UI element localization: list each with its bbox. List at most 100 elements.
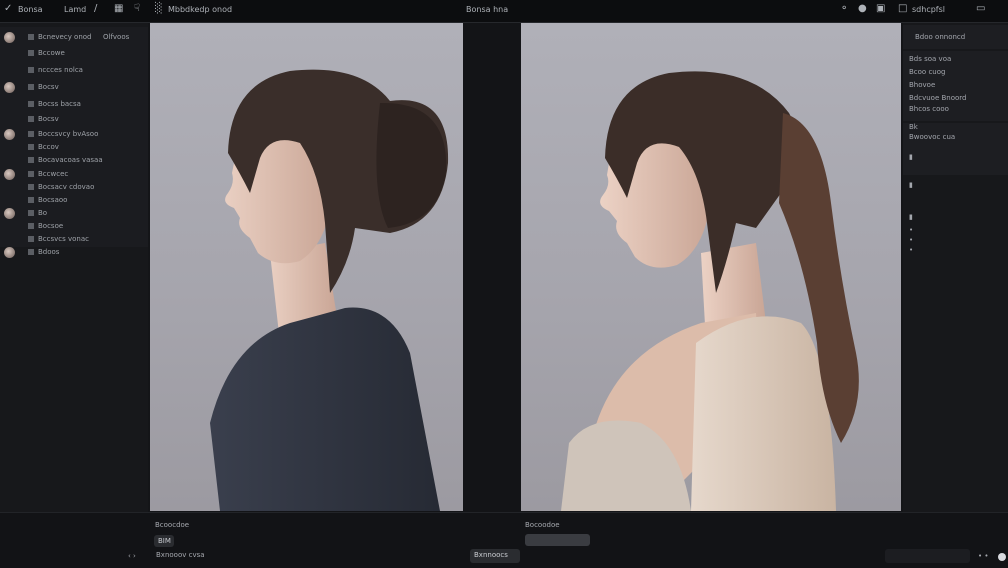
grid-icon[interactable]: ▦ — [114, 3, 123, 14]
layer-row[interactable]: Bccsvcs vonac — [0, 233, 148, 247]
left-sub-label: Bxnooov cvsa — [156, 551, 205, 559]
layer-label: Bccwcec — [38, 170, 69, 178]
layer-row[interactable]: nccces nolca — [0, 64, 148, 78]
layer-visibility-icon[interactable] — [28, 223, 34, 229]
layer-row[interactable]: Bocsacv cdovao — [0, 181, 148, 195]
layer-visibility-icon[interactable] — [28, 184, 34, 190]
left-value-field[interactable]: BIM — [154, 535, 174, 547]
layer-label: Bccowe — [38, 49, 65, 57]
adjustment-item[interactable]: Bwoovoc cua — [909, 133, 955, 141]
layer-visibility-icon[interactable] — [28, 197, 34, 203]
layer-visibility-icon[interactable] — [28, 236, 34, 242]
portrait-ponytail-image — [561, 71, 859, 511]
zoom-field[interactable] — [885, 549, 970, 563]
bullet-icon: • — [909, 226, 914, 234]
window-icon[interactable]: □ — [898, 3, 907, 14]
right-input-field[interactable] — [525, 534, 590, 546]
bullet-icon: ▮ — [909, 153, 913, 161]
property-item[interactable]: Bds soa voa — [909, 55, 951, 63]
layer-label: Boccsvcy bvAsoo — [38, 130, 99, 138]
property-item[interactable]: Bhovoe — [909, 81, 935, 89]
layer-extra-label: Olfvoos — [103, 33, 130, 41]
pager-right[interactable]: • • — [978, 552, 988, 560]
layer-thumbnail-icon — [4, 247, 15, 258]
bottom-panel: Bcoocdoe BIM Bxnooov cvsa ‹ › Bxnnoocs B… — [0, 512, 1008, 568]
layer-row[interactable]: Bocsoe — [0, 220, 148, 234]
layer-list: Bcnevecy onod Olfvoos Bccowe nccces nolca Bo… — [0, 27, 148, 258]
layer-thumbnail-icon — [4, 32, 15, 43]
properties-sidebar: Bdoo onnoncd Bds soa voa Bcoo cuog Bhovo… — [903, 23, 1008, 567]
layer-label: Bdoos — [38, 248, 60, 256]
layer-row[interactable]: Boccsvcy bvAsoo — [0, 128, 148, 142]
bullet-icon: ▮ — [909, 181, 913, 189]
toggle-dot-icon[interactable] — [998, 553, 1006, 561]
layer-visibility-icon[interactable] — [28, 67, 34, 73]
property-item[interactable]: Bhcos cooo — [909, 105, 949, 113]
layer-visibility-icon[interactable] — [28, 249, 34, 255]
layer-row[interactable]: Bo — [0, 207, 148, 221]
layer-row[interactable]: Bocss bacsa — [0, 98, 148, 112]
property-item[interactable]: Bdcvuoe Bnoord — [909, 94, 967, 102]
layer-visibility-icon[interactable] — [28, 157, 34, 163]
layer-label: Bocsaoo — [38, 196, 68, 204]
layer-visibility-icon[interactable] — [28, 210, 34, 216]
layer-label: Bocsv — [38, 115, 59, 123]
layer-row[interactable]: Bdoos — [0, 246, 148, 260]
menu-item-workspace[interactable]: Mbbdkedp onod — [168, 5, 232, 14]
logo-icon[interactable]: ✓ — [4, 3, 12, 14]
menu-item-file[interactable]: Bonsa — [18, 5, 43, 14]
layer-label: Bocsoe — [38, 222, 64, 230]
left-image-label: Bcoocdoe — [155, 521, 190, 529]
account-label[interactable]: sdhcpfsl — [912, 5, 945, 14]
window-title: Bonsa hna — [466, 5, 509, 14]
right-image-label: Bocoodoe — [525, 521, 560, 529]
layer-visibility-icon[interactable] — [28, 171, 34, 177]
tag-icon[interactable]: ⚬ — [840, 3, 848, 14]
layer-label: Bcnevecy onod — [38, 33, 92, 41]
layer-label: Bccov — [38, 143, 59, 151]
layer-label: Bocavacoas vasaa — [38, 156, 103, 164]
circle-icon[interactable]: ● — [858, 3, 867, 14]
adjustment-item[interactable]: Bk — [909, 123, 918, 131]
portrait-bun-image — [210, 69, 449, 511]
adjustments-panel: Bk Bwoovoc cua — [903, 123, 1008, 175]
layer-row[interactable]: Bccowe — [0, 47, 148, 61]
layer-visibility-icon[interactable] — [28, 34, 34, 40]
layer-label: Bocsacv cdovao — [38, 183, 95, 191]
layer-thumbnail-icon — [4, 129, 15, 140]
layer-visibility-icon[interactable] — [28, 144, 34, 150]
monitor-icon[interactable]: ▭ — [976, 3, 985, 14]
layers-sidebar: Bcnevecy onod Olfvoos Bccowe nccces nolca Bo… — [0, 23, 148, 567]
layer-visibility-icon[interactable] — [28, 116, 34, 122]
image-canvas-left[interactable] — [150, 23, 463, 511]
layer-visibility-icon[interactable] — [28, 50, 34, 56]
top-toolbar: ✓ Bonsa Lamd / ▦ ☟ ░ Mbbdkedp onod Bonsa… — [0, 0, 1008, 23]
properties-heading: Bdoo onnoncd — [915, 33, 966, 41]
bullet-icon: • — [909, 236, 914, 244]
layer-visibility-icon[interactable] — [28, 101, 34, 107]
layer-row[interactable]: Bocsv — [0, 81, 148, 95]
layer-label: Bocsv — [38, 83, 59, 91]
menu-item-edit[interactable]: Lamd — [64, 5, 86, 14]
layer-thumbnail-icon — [4, 208, 15, 219]
pager-left[interactable]: ‹ › — [128, 552, 136, 560]
layer-thumbnail-icon — [4, 82, 15, 93]
layer-label: Bo — [38, 209, 48, 217]
layer-row[interactable]: Bccov — [0, 141, 148, 155]
hand-icon[interactable]: ☟ — [134, 3, 140, 14]
layer-label: Bocss bacsa — [38, 100, 81, 108]
center-button[interactable]: Bxnnoocs — [470, 549, 520, 563]
layer-row[interactable]: Bcnevecy onod Olfvoos — [0, 31, 148, 45]
layer-row[interactable]: Bocsaoo — [0, 194, 148, 208]
property-item[interactable]: Bcoo cuog — [909, 68, 945, 76]
image-canvas-right[interactable] — [521, 23, 901, 511]
layer-visibility-icon[interactable] — [28, 131, 34, 137]
layer-row[interactable]: Bocavacoas vasaa — [0, 154, 148, 168]
gallery-icon[interactable]: ░ — [155, 3, 163, 14]
panel-icon[interactable]: ▣ — [876, 3, 885, 14]
pen-icon[interactable]: / — [94, 3, 97, 14]
layer-visibility-icon[interactable] — [28, 84, 34, 90]
layer-row[interactable]: Bocsv — [0, 113, 148, 127]
layer-row[interactable]: Bccwcec — [0, 168, 148, 182]
layer-label: nccces nolca — [38, 66, 83, 74]
